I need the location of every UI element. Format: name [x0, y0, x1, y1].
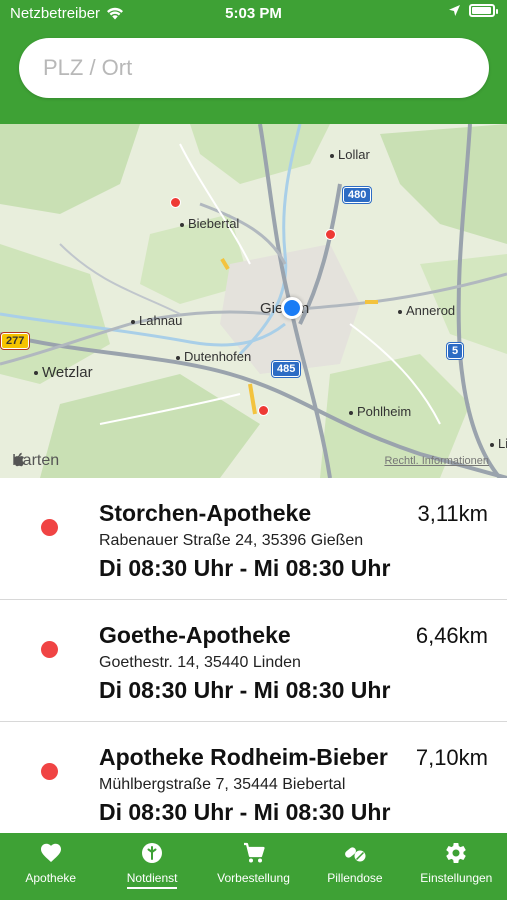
pharmacy-pin[interactable] — [325, 229, 336, 240]
cart-icon — [243, 842, 265, 863]
tab-label: Notdienst — [126, 871, 177, 889]
pharmacy-marker-icon — [41, 641, 58, 658]
tab-label: Apotheke — [25, 871, 77, 885]
pharmacy-pin[interactable] — [258, 405, 269, 416]
place-edge: Li — [490, 436, 507, 451]
tab-apotheke[interactable]: Apotheke — [0, 833, 101, 900]
place-lollar: Lollar — [330, 147, 370, 162]
apple-logo-icon — [13, 452, 25, 467]
place-pohlheim: Pohlheim — [349, 404, 411, 419]
road-shield-a485: 485 — [272, 361, 301, 377]
road-shield-a5: 5 — [447, 343, 464, 359]
pharmacy-row[interactable]: Goethe-Apotheke 6,46km Goethestr. 14, 35… — [0, 600, 507, 722]
place-annerod: Annerod — [398, 303, 455, 318]
tab-bar: Apotheke Notdienst Vorbestellung Pillend… — [0, 833, 507, 900]
pharmacy-marker-icon — [41, 763, 58, 780]
tab-label: Pillendose — [327, 871, 383, 885]
pharmacy-hours: Di 08:30 Uhr - Mi 08:30 Uhr — [99, 799, 391, 825]
heart-icon — [40, 843, 61, 862]
map-view[interactable]: Lollar Biebertal Lahnau Gießen Annerod D… — [0, 124, 507, 478]
battery-icon — [469, 4, 498, 17]
pharmacy-distance: 7,10km — [415, 745, 488, 770]
place-wetzlar: Wetzlar — [34, 364, 93, 381]
pharmacy-address: Rabenauer Straße 24, 35396 Gießen — [99, 532, 364, 549]
pharmacy-address: Mühlbergstraße 7, 35444 Biebertal — [99, 776, 346, 793]
status-bar: Netzbetreiber 5:03 PM — [0, 0, 507, 28]
pharmacy-row[interactable]: Apotheke Rodheim-Bieber 7,10km Mühlbergs… — [0, 722, 507, 833]
tab-pillendose[interactable]: Pillendose — [304, 833, 405, 900]
tab-notdienst[interactable]: Notdienst — [101, 833, 202, 900]
gear-icon — [446, 843, 466, 863]
pharmacy-distance: 6,46km — [415, 623, 488, 648]
search-bar[interactable] — [19, 38, 489, 98]
legal-info-link[interactable]: Rechtl. Informationen — [384, 455, 489, 467]
pharmacy-pin[interactable] — [170, 197, 181, 208]
header: Netzbetreiber 5:03 PM — [0, 0, 507, 124]
pharmacy-name: Storchen-Apotheke — [99, 500, 312, 526]
pharmacy-list: Storchen-Apotheke 3,11km Rabenauer Straß… — [0, 478, 507, 833]
pharmacy-name: Goethe-Apotheke — [99, 622, 291, 648]
road-shield-a480: 480 — [343, 187, 372, 203]
status-time: 5:03 PM — [225, 5, 282, 22]
place-biebertal: Biebertal — [180, 216, 239, 231]
pharmacy-row[interactable]: Storchen-Apotheke 3,11km Rabenauer Straß… — [0, 478, 507, 600]
pharmacy-distance: 3,11km — [417, 501, 488, 526]
user-location-dot — [281, 297, 303, 319]
pharmacy-hours: Di 08:30 Uhr - Mi 08:30 Uhr — [99, 555, 391, 581]
emergency-icon — [142, 843, 163, 863]
tab-einstellungen[interactable]: Einstellungen — [406, 833, 507, 900]
map-background — [0, 124, 507, 478]
pharmacy-name: Apotheke Rodheim-Bieber — [99, 744, 388, 770]
road-shield-b277: 277 — [1, 333, 30, 349]
search-input[interactable] — [43, 54, 463, 82]
pills-icon — [345, 847, 366, 862]
tab-label: Vorbestellung — [217, 871, 290, 885]
place-lahnau: Lahnau — [131, 313, 182, 328]
place-dutenhofen: Dutenhofen — [176, 349, 251, 364]
tab-label: Einstellungen — [420, 871, 493, 885]
pharmacy-marker-icon — [41, 519, 58, 536]
pharmacy-address: Goethestr. 14, 35440 Linden — [99, 654, 301, 671]
map-brand: Karten — [12, 452, 59, 470]
status-right — [448, 4, 498, 17]
tab-vorbestellung[interactable]: Vorbestellung — [203, 833, 304, 900]
location-arrow-icon — [449, 5, 460, 16]
pharmacy-hours: Di 08:30 Uhr - Mi 08:30 Uhr — [99, 677, 391, 703]
